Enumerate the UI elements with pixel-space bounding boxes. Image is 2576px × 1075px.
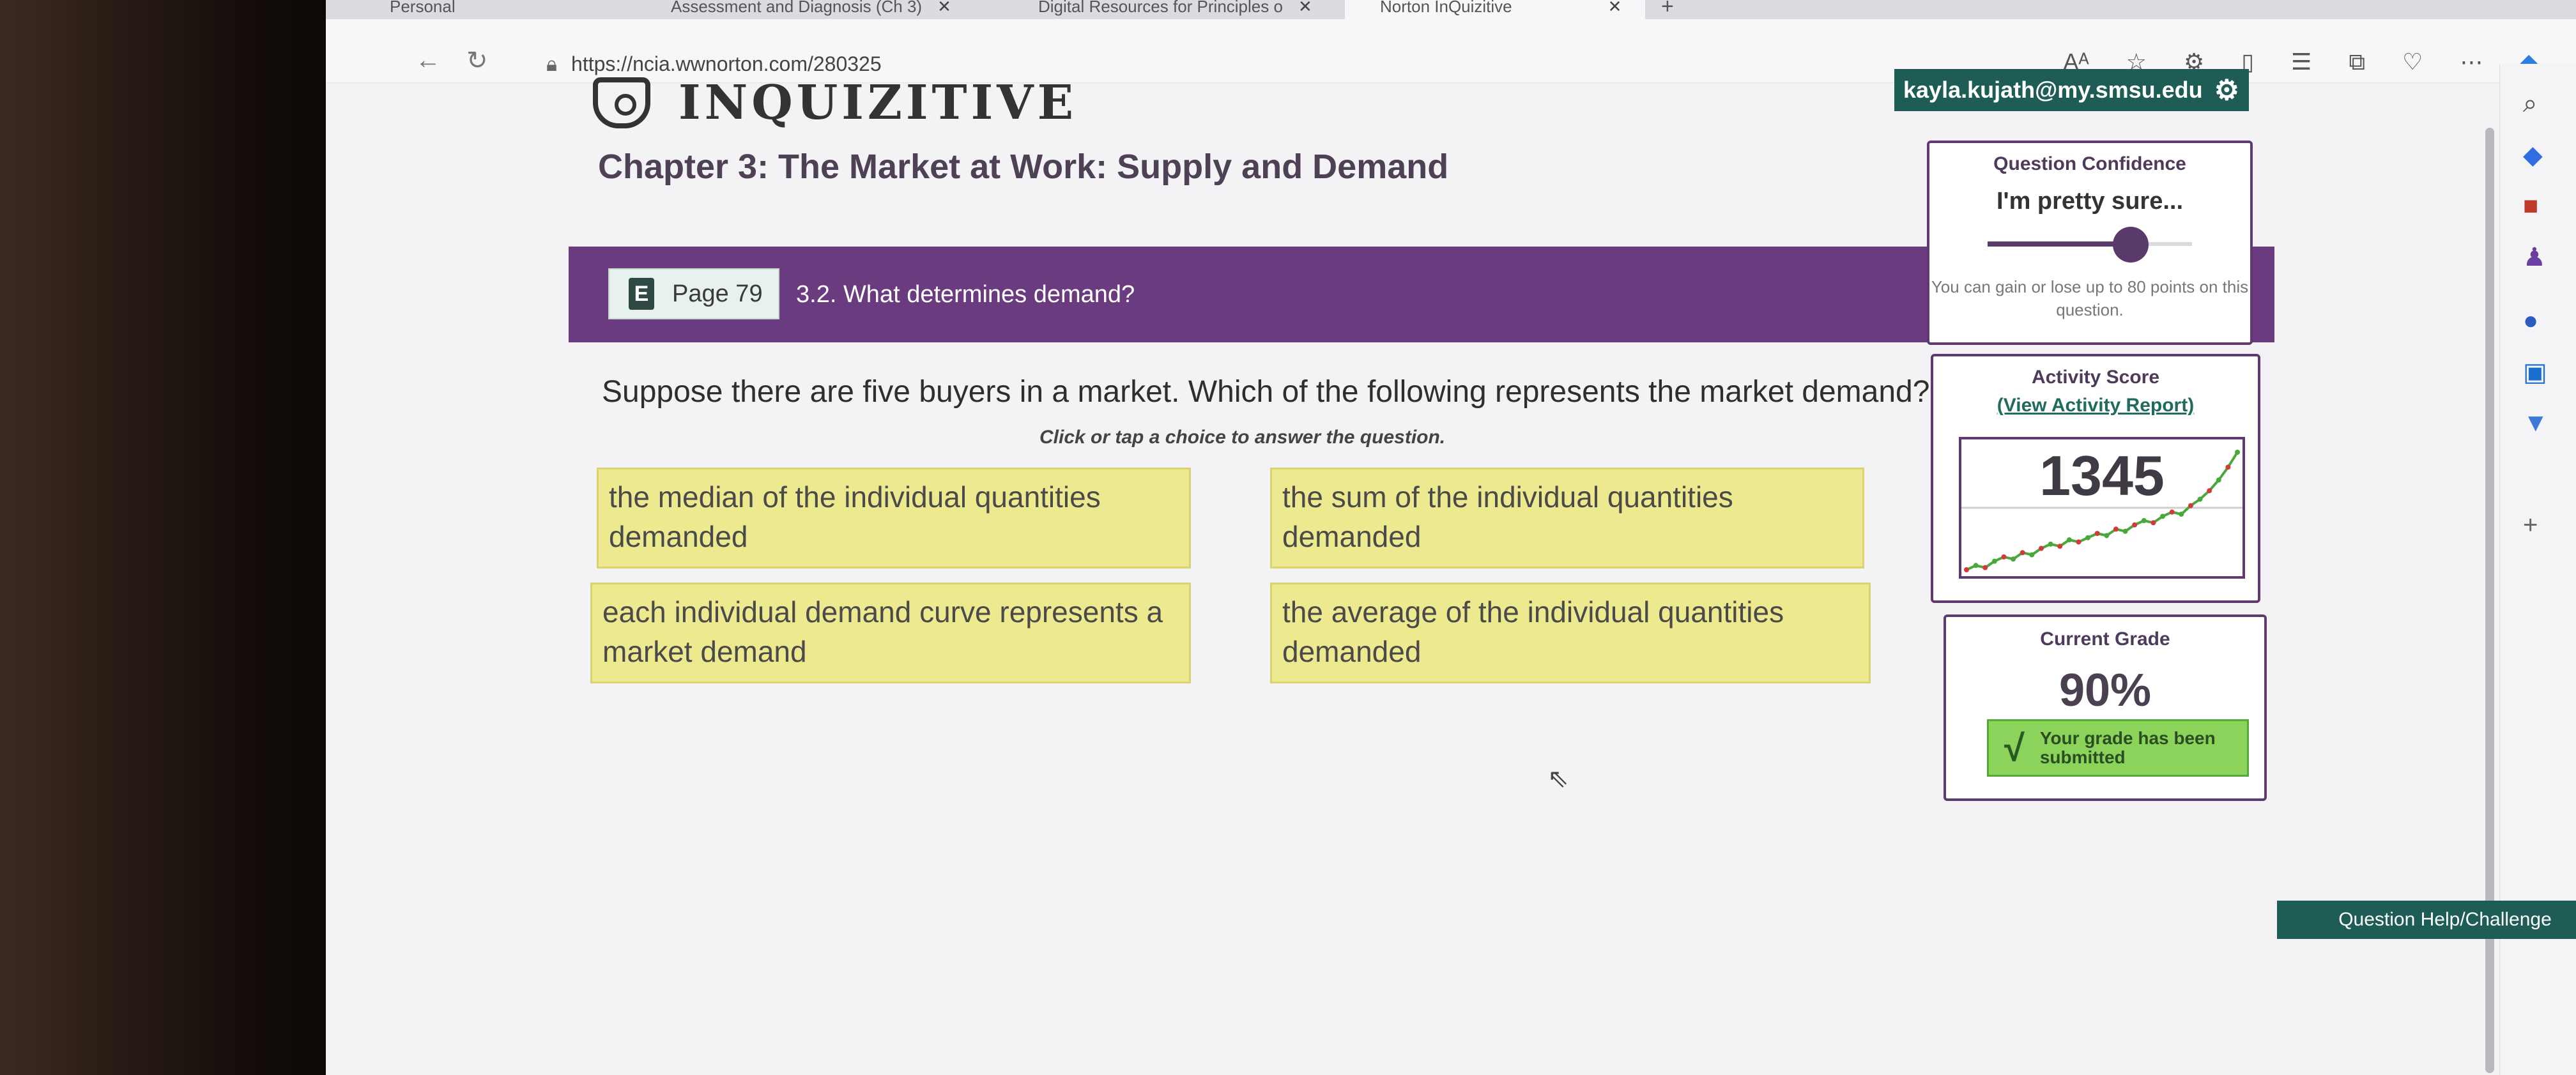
answer-choice-c[interactable]: each individual demand curve represents …: [590, 583, 1191, 683]
score-trend-point: [2011, 556, 2016, 562]
score-trend-point: [1991, 558, 1997, 564]
microsoft365-icon[interactable]: ●: [2523, 307, 2538, 335]
score-trend-point: [1964, 567, 1969, 572]
grade-submitted-badge: √ Your grade has been submitted: [1987, 719, 2249, 777]
score-trend-point: [2057, 544, 2063, 549]
slider-handle[interactable]: [2113, 227, 2149, 263]
tab-label: Personal: [390, 0, 456, 16]
inquizitive-logo: INQUIZITIVE: [593, 75, 1077, 130]
confidence-slider[interactable]: [1988, 227, 2192, 263]
activity-score-title: Activity Score: [2031, 367, 2160, 388]
slider-fill: [1988, 241, 2131, 247]
gear-icon[interactable]: ⚙: [2214, 74, 2239, 107]
activity-score-value: 1345: [2039, 444, 2165, 507]
browser-window: Personal Assessment and Diagnosis (Ch 3)…: [326, 0, 2576, 1075]
answer-choice-a[interactable]: the median of the individual quantities …: [597, 468, 1191, 568]
score-trend-point: [2066, 537, 2072, 543]
ebook-page-label: Page 79: [672, 280, 763, 307]
favorites-list-icon[interactable]: ☰: [2291, 49, 2312, 76]
current-grade-title: Current Grade: [2040, 629, 2170, 650]
score-trend-point: [2029, 552, 2035, 558]
score-trend-point: [2141, 518, 2147, 524]
collections-icon[interactable]: ⧉: [2349, 49, 2365, 76]
current-grade-value: 90%: [2058, 665, 2152, 716]
close-icon[interactable]: ✕: [937, 0, 951, 16]
tab-label: Digital Resources for Principles o: [1038, 0, 1283, 16]
drop-icon[interactable]: ▼: [2523, 409, 2549, 438]
confidence-title: Question Confidence: [1993, 153, 2186, 174]
lock-icon: 🔒︎: [546, 52, 558, 75]
tab-label: Assessment and Diagnosis (Ch 3): [671, 0, 923, 16]
tab-label: Norton InQuizitive: [1380, 0, 1512, 16]
outlook-icon[interactable]: ▣: [2523, 358, 2547, 387]
score-trend-point: [2001, 554, 2007, 560]
checkmark-icon: √: [2004, 727, 2025, 769]
user-email: kayla.kujath@my.smsu.edu: [1903, 77, 2203, 103]
tab-personal[interactable]: Personal: [390, 0, 456, 19]
score-trend-point: [2132, 522, 2138, 528]
question-confidence-panel: Question Confidence I'm pretty sure... Y…: [1927, 141, 2253, 345]
answer-choice-b[interactable]: the sum of the individual quantities dem…: [1270, 468, 1864, 568]
performance-icon[interactable]: ♡: [2402, 49, 2423, 76]
new-tab-icon[interactable]: +: [1661, 0, 1674, 19]
ebook-icon: E: [629, 278, 654, 310]
add-sidebar-icon[interactable]: +: [2523, 511, 2538, 540]
confidence-value: I'm pretty sure...: [1996, 188, 2183, 215]
section-title: 3.2. What determines demand?: [796, 281, 1135, 308]
score-trend-point: [2150, 520, 2156, 526]
confidence-note: You can gain or lose up to 80 points on …: [1931, 277, 2249, 319]
score-trend-point: [2085, 535, 2091, 540]
current-grade-panel: Current Grade 90% √ Your grade has been …: [1943, 614, 2267, 801]
score-trend-point: [2076, 539, 2082, 545]
games-icon[interactable]: ♟: [2523, 243, 2546, 272]
score-trend-point: [2122, 528, 2128, 534]
question-help-button[interactable]: Question Help/Challenge: [2277, 901, 2576, 939]
ebook-page-button[interactable]: E Page 79: [608, 268, 779, 319]
url-field[interactable]: 🔒︎ https://ncia.wwnorton.com/280325: [546, 52, 882, 77]
score-trend-point: [2094, 531, 2100, 537]
grade-submitted-text: Your grade has been submitted: [2039, 728, 2216, 767]
score-trend-point: [2160, 514, 2166, 519]
inquizitive-page: INQUIZITIVE kayla.kujath@my.smsu.edu ⚙ C…: [326, 69, 2576, 1075]
tab-bar: Personal Assessment and Diagnosis (Ch 3)…: [326, 0, 2576, 19]
activity-score-graph: 1345: [1959, 437, 2245, 579]
logo-icon: [593, 77, 650, 128]
url-text: https://ncia.wwnorton.com/280325: [571, 52, 882, 75]
mouse-cursor-icon: ⇖: [1547, 765, 1569, 793]
shopping-icon[interactable]: ◆: [2523, 141, 2543, 170]
photo-background: [0, 0, 332, 1075]
answer-choice-d[interactable]: the average of the individual quantities…: [1270, 583, 1871, 683]
score-trend-point: [1973, 563, 1979, 568]
question-text: Suppose there are five buyers in a marke…: [602, 375, 1930, 409]
score-trend-point: [2179, 512, 2184, 517]
more-menu-icon[interactable]: ⋯: [2460, 49, 2483, 76]
logo-text: INQUIZITIVE: [678, 75, 1077, 130]
toolbox-icon[interactable]: ■: [2523, 192, 2538, 220]
score-trend-point: [2048, 541, 2053, 547]
back-icon[interactable]: ←: [415, 46, 441, 75]
score-trend-point: [1982, 565, 1988, 570]
tab-digital-resources[interactable]: Digital Resources for Principles o ✕: [1038, 0, 1312, 19]
tab-assessment[interactable]: Assessment and Diagnosis (Ch 3) ✕: [671, 0, 951, 19]
score-trend-point: [2038, 545, 2044, 551]
close-icon[interactable]: ✕: [1298, 0, 1312, 16]
activity-score-panel: Activity Score (View Activity Report) 13…: [1931, 354, 2260, 603]
tab-norton-inquizitive[interactable]: Norton InQuizitive ✕: [1345, 0, 1645, 19]
chapter-title: Chapter 3: The Market at Work: Supply an…: [598, 148, 1449, 186]
score-trend-point: [2113, 526, 2119, 532]
score-trend-point: [2104, 533, 2110, 538]
search-icon[interactable]: ⌕: [2523, 89, 2537, 118]
score-trend-point: [2169, 509, 2175, 515]
score-trend-point: [2020, 550, 2025, 556]
refresh-icon[interactable]: ↻: [466, 46, 488, 75]
close-icon[interactable]: ✕: [1608, 0, 1622, 16]
question-instruction: Click or tap a choice to answer the ques…: [1039, 427, 1446, 448]
view-activity-report-link[interactable]: (View Activity Report): [1933, 395, 2258, 416]
user-account-button[interactable]: kayla.kujath@my.smsu.edu ⚙: [1894, 69, 2249, 111]
